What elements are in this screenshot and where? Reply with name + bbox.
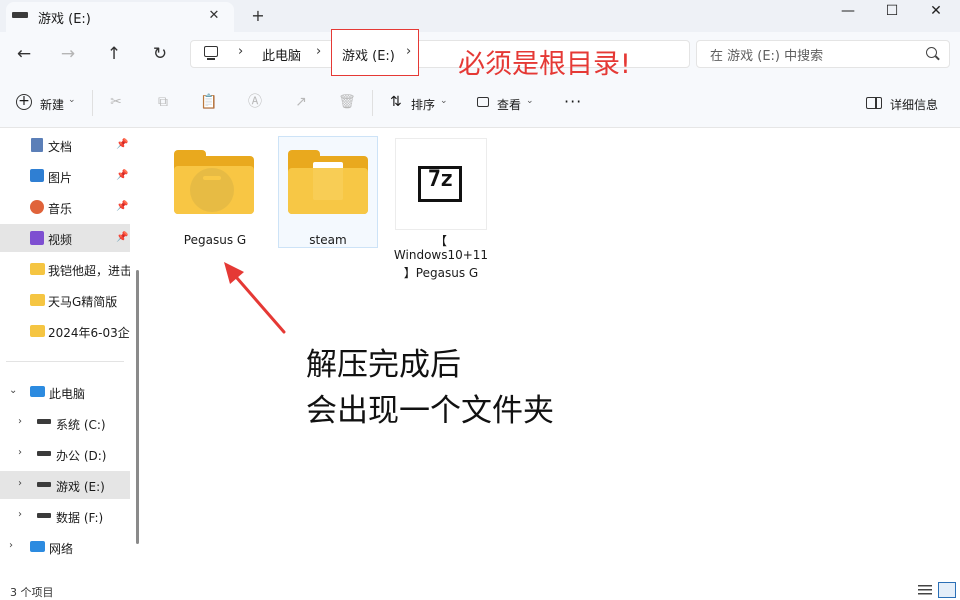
sidebar-item-label: 天马G精简版 [48,295,118,309]
details-button[interactable]: 详细信息 [890,96,938,113]
status-bar [0,580,960,600]
details-pane-icon[interactable] [866,97,882,109]
details-pane-icon-divider [875,98,877,108]
chevron-down-icon[interactable]: ⌄ [526,96,534,106]
search-placeholder: 在 游戏 (E:) 中搜索 [710,49,824,64]
tab-title: 游戏 (E:) [38,12,91,27]
annotation-line: 会出现一个文件夹 [306,393,554,429]
rename-icon[interactable]: Ⓐ [246,93,264,111]
drive-icon [37,482,51,487]
sidebar-scrollbar[interactable] [136,270,139,544]
back-button[interactable]: ← [10,42,38,66]
list-view-icon[interactable] [918,584,932,596]
computer-icon-stand [207,58,215,60]
sort-button[interactable]: 排序 [411,96,435,113]
breadcrumb-separator[interactable]: › [406,44,411,59]
chevron-right-icon[interactable]: › [18,478,22,489]
chevron-right-icon[interactable]: › [9,540,13,551]
video-icon [30,231,44,245]
cut-icon[interactable]: ✂ [107,93,125,111]
drive-icon [37,451,51,456]
forward-button[interactable]: → [54,42,82,66]
sidebar-item-label: 视频 [48,233,73,247]
chevron-right-icon[interactable]: › [18,509,22,520]
sidebar-divider [6,361,124,362]
computer-icon [30,386,45,397]
annotation-line: 解压完成后 [306,347,461,383]
copy-icon[interactable]: ⧉ [154,93,172,111]
toolbar-divider [92,90,93,116]
up-button[interactable]: ↑ [100,42,128,66]
toolbar-divider [372,90,373,116]
view-icon[interactable] [477,97,489,107]
pin-icon[interactable]: 📌 [116,139,128,150]
sidebar-item-label: 数据 (F:) [56,511,104,525]
computer-icon [204,46,218,57]
sidebar-item-label: 游戏 (E:) [56,480,105,494]
chevron-down-icon[interactable]: ⌄ [9,385,17,396]
annotation-arrow [224,262,286,334]
sidebar-item-label: 2024年6-03企业 [48,326,130,340]
item-label: 【 [434,234,447,248]
document-icon [31,138,43,152]
root-directory-annotation: 必须是根目录! [458,49,631,80]
music-icon [30,200,44,214]
sidebar-item-label: 文档 [48,140,73,154]
file-explorer-window: 游戏 (E:) ✕ + — ☐ ✕ ← → ↑ ↻ › 此电脑 › 游戏 (E:… [0,0,960,600]
new-icon[interactable]: + [16,94,32,110]
view-button[interactable]: 查看 [497,96,521,113]
share-icon[interactable]: ↗ [292,93,310,111]
delete-icon[interactable]: 🗑 [338,93,356,111]
item-label: Windows10+11 [393,248,489,262]
drive-icon [12,12,28,18]
folder-icon [30,325,45,337]
chevron-down-icon[interactable]: ⌄ [440,96,448,106]
folder-icon-front [174,166,254,214]
sidebar-item-label: 网络 [49,542,74,556]
pin-icon[interactable]: 📌 [116,170,128,181]
network-icon [30,541,45,552]
pin-icon[interactable]: 📌 [116,201,128,212]
pictures-icon [30,169,44,182]
maximize-button[interactable]: ☐ [870,0,914,24]
breadcrumb-separator[interactable]: › [316,44,321,59]
item-label: Pegasus G [183,233,247,247]
new-button[interactable]: 新建 [40,96,64,113]
breadcrumb-drive-e[interactable]: 游戏 (E:) [342,45,395,64]
minimize-button[interactable]: — [826,0,870,24]
breadcrumb-this-pc[interactable]: 此电脑 [262,45,301,64]
breadcrumb-separator[interactable]: › [238,44,243,59]
sidebar-item-label: 系统 (C:) [56,418,106,432]
sidebar-item-label: 办公 (D:) [56,449,107,463]
pin-icon[interactable]: 📌 [116,232,128,243]
extraction-annotation: 解压完成后 会出现一个文件夹 [306,342,554,434]
more-options-button[interactable]: ··· [564,92,582,111]
paste-icon[interactable]: 📋 [200,93,218,111]
drive-icon [37,419,51,424]
tab-close-icon[interactable]: ✕ [204,6,224,26]
item-label: steam [309,233,347,247]
drive-icon [37,513,51,518]
item-count: 3 个项目 [10,586,54,599]
sidebar-item-label: 图片 [48,171,73,185]
refresh-button[interactable]: ↻ [146,42,174,66]
tiles-view-icon[interactable] [938,582,956,598]
folder-icon [30,263,45,275]
chevron-down-icon[interactable]: ⌄ [68,95,76,105]
new-tab-button[interactable]: + [248,6,268,26]
7z-archive-icon-text: 7z [427,167,454,192]
folder-icon-front [288,168,368,214]
sidebar-item-label: 此电脑 [49,387,86,401]
sort-icon[interactable]: ⇅ [390,94,402,110]
close-button[interactable]: ✕ [914,0,958,24]
folder-icon [30,294,45,306]
sidebar-item-label: 我铠他超，进击 [48,264,130,278]
chevron-right-icon[interactable]: › [18,416,22,427]
sidebar-item-label: 音乐 [48,202,73,216]
item-label: 】Pegasus G [403,266,479,280]
chevron-right-icon[interactable]: › [18,447,22,458]
